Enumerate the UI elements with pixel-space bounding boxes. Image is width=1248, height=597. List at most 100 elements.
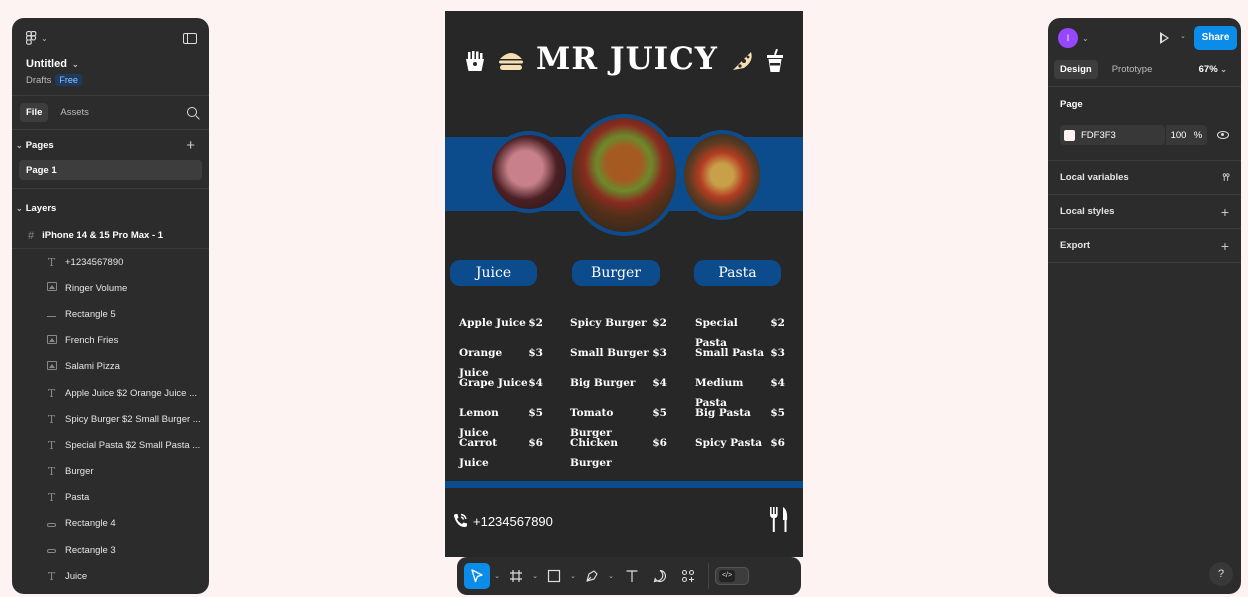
layer-item[interactable]: T Spicy Burger $2 Small Burger ...: [12, 406, 209, 432]
chevron-down-icon: ⌄: [71, 59, 79, 69]
layer-item[interactable]: T Pasta: [12, 485, 209, 511]
chevron-down-icon[interactable]: ⌄: [528, 572, 542, 580]
milkshake-photo: [488, 131, 570, 213]
pen-tool-button[interactable]: [580, 563, 604, 589]
add-page-icon[interactable]: +: [186, 137, 195, 154]
chevron-down-icon[interactable]: ⌄: [566, 572, 580, 580]
item-price: $5: [528, 407, 543, 419]
menu-item: Big Burger $4: [570, 373, 667, 403]
eye-icon[interactable]: [1217, 131, 1229, 139]
page-item[interactable]: Page 1: [19, 160, 202, 180]
item-name: Big Pasta: [695, 407, 751, 419]
shape-tool-button[interactable]: [542, 563, 566, 589]
item-price: $3: [770, 347, 785, 359]
variables-icon[interactable]: ⫯⫯: [1222, 172, 1230, 183]
chevron-down-icon[interactable]: ⌄: [604, 572, 618, 580]
burger-photo: [568, 114, 680, 236]
text-tool-button[interactable]: [618, 563, 646, 589]
bottom-bar: [445, 481, 803, 488]
menu-item: Tomato Burger $5: [570, 403, 667, 439]
page-opacity-input[interactable]: 100 %: [1165, 125, 1208, 145]
dev-mode-toggle[interactable]: </>: [715, 567, 749, 585]
add-style-icon[interactable]: +: [1221, 204, 1229, 220]
tab-prototype[interactable]: Prototype: [1106, 60, 1159, 79]
category-burger: Burger: [572, 260, 660, 286]
zoom-level: 67%: [1198, 63, 1218, 75]
layer-item[interactable]: Salami Pizza: [12, 354, 209, 380]
rectangle-icon: [547, 569, 561, 583]
menu-item: Chicken Burger $6: [570, 433, 667, 469]
comment-tool-button[interactable]: [646, 563, 674, 589]
chevron-down-icon[interactable]: ⌄: [1082, 34, 1089, 43]
menu-item: Small Burger $3: [570, 343, 667, 373]
layer-item[interactable]: T Special Pasta $2 Small Pasta ...: [12, 432, 209, 458]
export-row[interactable]: Export +: [1060, 229, 1229, 262]
main-menu-button[interactable]: ⌄: [26, 31, 48, 45]
burger-icon: [499, 52, 524, 70]
layer-item[interactable]: T Juice: [12, 563, 209, 589]
layer-name: Rectangle 4: [65, 518, 116, 530]
item-price: $6: [528, 437, 543, 449]
chevron-down-icon[interactable]: ⌄: [1180, 32, 1186, 40]
layer-name: French Fries: [65, 335, 119, 347]
move-tool-button[interactable]: [464, 563, 490, 589]
item-price: $2: [652, 317, 667, 329]
chevron-down-icon[interactable]: ⌄: [490, 572, 504, 580]
layer-item[interactable]: T Burger: [12, 459, 209, 485]
layer-frame[interactable]: # iPhone 14 & 15 Pro Max - 1: [12, 223, 209, 249]
frame-icon: [510, 570, 522, 582]
item-name: Small Pasta: [695, 347, 765, 359]
actions-tool-button[interactable]: [674, 563, 702, 589]
layer-item[interactable]: Rectangle 3: [12, 537, 209, 563]
layer-item[interactable]: French Fries: [12, 328, 209, 354]
pages-header[interactable]: ⌄ Pages +: [12, 130, 209, 160]
menu-item: Grape Juice $4: [459, 373, 543, 403]
item-price: $4: [770, 377, 785, 389]
layer-item[interactable]: Rectangle 5: [12, 301, 209, 327]
tab-file[interactable]: File: [20, 103, 49, 122]
section-label: Local styles: [1060, 206, 1115, 217]
search-icon[interactable]: [187, 107, 197, 117]
layer-item[interactable]: T +1234567890: [12, 249, 209, 275]
chevron-down-icon: ⌄: [41, 33, 48, 43]
actions-icon: [681, 569, 695, 583]
layer-name: Apple Juice $2 Orange Juice ...: [65, 387, 198, 399]
local-styles-row[interactable]: Local styles +: [1060, 195, 1229, 228]
right-panel-header: I ⌄ ⌄ Share: [1048, 18, 1241, 58]
layers-header[interactable]: ⌄ Layers: [12, 189, 209, 223]
rectangle-layer-icon: [46, 518, 57, 530]
file-name[interactable]: Untitled ⌄: [26, 58, 197, 70]
sidebar-toggle-icon[interactable]: [183, 32, 197, 44]
opacity-unit: %: [1193, 129, 1203, 141]
layer-item[interactable]: Ringer Volume: [12, 275, 209, 301]
french-fries-icon: [466, 50, 485, 71]
zoom-dropdown[interactable]: 67% ⌄: [1199, 64, 1227, 75]
page-fill-row: FDF3F3 100 %: [1060, 125, 1229, 145]
menu-item: Big Pasta $5: [695, 403, 785, 433]
menu-item: Orange Juice $3: [459, 343, 543, 379]
frame-tool-button[interactable]: [504, 563, 528, 589]
layer-name: Rectangle 3: [65, 544, 116, 556]
add-export-icon[interactable]: +: [1221, 238, 1229, 254]
tab-assets[interactable]: Assets: [54, 103, 95, 122]
share-button[interactable]: Share: [1194, 26, 1237, 50]
layer-item[interactable]: Rectangle 4: [12, 511, 209, 537]
menu-item: Lemon Juice $5: [459, 403, 543, 439]
file-location: Drafts Free: [26, 74, 197, 86]
text-layer-icon: T: [47, 412, 56, 426]
phone-number: +1234567890: [473, 513, 553, 529]
image-layer-icon: [46, 360, 57, 373]
local-variables-row[interactable]: Local variables ⫯⫯: [1060, 161, 1230, 194]
color-swatch[interactable]: [1064, 129, 1075, 141]
avatar[interactable]: I: [1058, 28, 1078, 48]
canvas-frame[interactable]: MR JUICY Juice Burger Pasta Apple Juice $…: [445, 11, 803, 557]
help-button[interactable]: ?: [1209, 562, 1233, 586]
tab-design[interactable]: Design: [1054, 59, 1098, 79]
frame-name: iPhone 14 & 15 Pro Max - 1: [42, 230, 164, 241]
contact-row: +1234567890: [451, 512, 553, 530]
page-color-input[interactable]: FDF3F3: [1060, 125, 1165, 145]
play-icon[interactable]: [1160, 32, 1169, 44]
chevron-down-icon: ⌄: [16, 203, 23, 213]
layer-item[interactable]: T Apple Juice $2 Orange Juice ...: [12, 380, 209, 406]
text-layer-icon: T: [47, 255, 56, 269]
